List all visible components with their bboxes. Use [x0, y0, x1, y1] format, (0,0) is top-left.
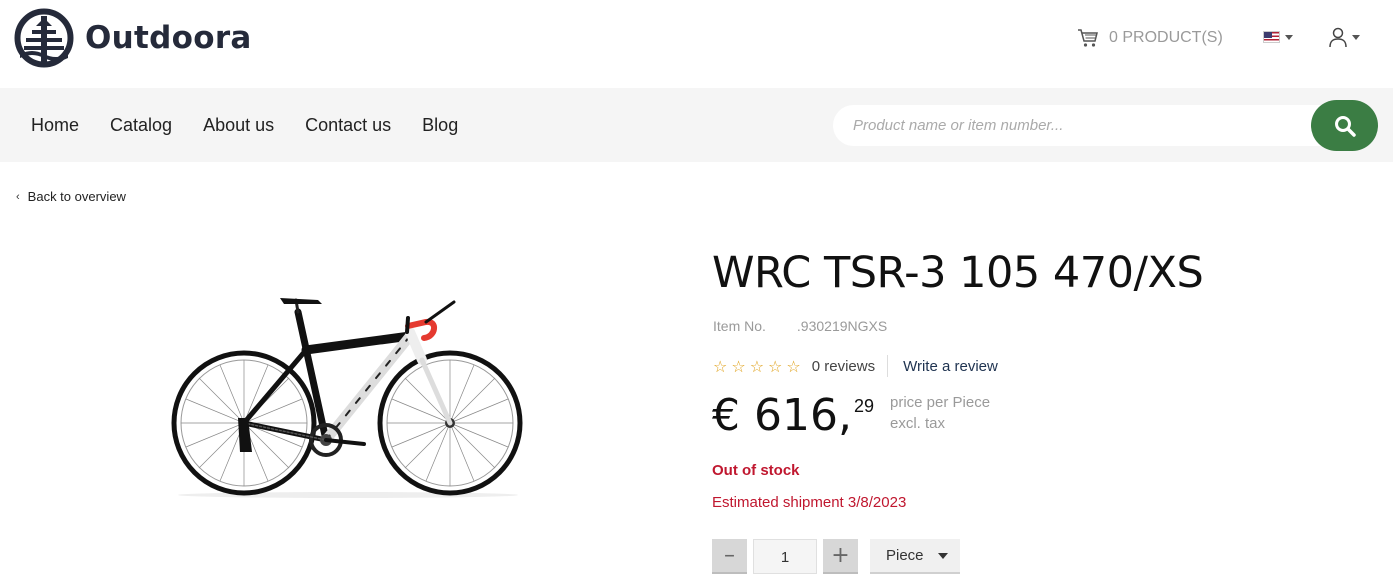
item-number-value: .930219NGXS — [796, 318, 888, 334]
us-flag-icon — [1263, 31, 1280, 43]
nav-item-home[interactable]: Home — [31, 115, 79, 136]
chevron-down-icon — [1285, 34, 1293, 40]
price-per-unit: price per Piece — [889, 394, 991, 411]
quantity-input[interactable]: 1 — [753, 539, 817, 574]
back-link-label: Back to overview — [27, 189, 126, 204]
brand-name: Outdoora — [85, 20, 252, 56]
price-cents: 29 — [853, 396, 874, 416]
price: € 616, 29 price per Piece excl. tax — [712, 390, 990, 442]
search-icon — [1334, 115, 1356, 137]
cart-count: 0 PRODUCT(S) — [1109, 29, 1223, 46]
unit-select-value: Piece — [886, 547, 924, 564]
tree-logo-icon — [14, 8, 74, 68]
main-nav: Home Catalog About us Contact us Blog — [31, 115, 489, 136]
search-bar — [833, 100, 1378, 151]
user-icon — [1329, 27, 1347, 48]
back-to-overview-link[interactable]: ‹ Back to overview — [16, 189, 126, 204]
item-number: Item No. .930219NGXS — [713, 318, 887, 334]
star-empty-icon: ☆ — [786, 356, 801, 376]
price-tax-note: excl. tax — [889, 415, 946, 432]
stock-status: Out of stock — [712, 462, 800, 479]
estimated-shipment: Estimated shipment 3/8/2023 — [712, 494, 907, 511]
language-selector[interactable] — [1263, 31, 1293, 43]
chevron-down-icon — [937, 552, 948, 559]
star-empty-icon: ☆ — [713, 356, 728, 376]
nav-item-blog[interactable]: Blog — [422, 115, 458, 136]
increase-quantity-button[interactable]: + — [823, 539, 858, 574]
nav-item-about-us[interactable]: About us — [203, 115, 274, 136]
main-navbar: Home Catalog About us Contact us Blog — [0, 88, 1393, 162]
star-empty-icon: ☆ — [749, 356, 765, 376]
quantity-stepper: – 1 + Piece — [712, 539, 960, 574]
cart-icon — [1078, 29, 1098, 47]
write-review-link[interactable]: Write a review — [903, 358, 998, 375]
account-menu[interactable] — [1329, 27, 1360, 48]
cart-button[interactable]: 0 PRODUCT(S) — [1077, 28, 1223, 48]
chevron-left-icon: ‹ — [16, 190, 20, 203]
price-note: price per Piece excl. tax — [890, 392, 990, 434]
logo[interactable]: Outdoora — [14, 8, 252, 68]
star-empty-icon: ☆ — [731, 356, 746, 376]
review-count[interactable]: 0 reviews — [812, 358, 875, 375]
product-image[interactable] — [168, 292, 528, 502]
star-rating[interactable]: ☆ ☆ ☆ ☆ ☆ — [713, 357, 805, 376]
search-button[interactable] — [1311, 100, 1378, 151]
item-number-label: Item No. — [713, 318, 766, 334]
search-input[interactable] — [853, 105, 1293, 146]
bike-frame — [238, 298, 456, 457]
chevron-down-icon — [1352, 35, 1360, 40]
star-empty-icon: ☆ — [768, 356, 783, 376]
nav-item-catalog[interactable]: Catalog — [110, 115, 172, 136]
header: Outdoora 0 PRODUCT(S) — [0, 0, 1393, 88]
decrease-quantity-button[interactable]: – — [712, 539, 747, 574]
divider — [887, 355, 889, 377]
rating-row: ☆ ☆ ☆ ☆ ☆ 0 reviews Write a review — [713, 355, 998, 377]
price-main: € 616, — [712, 390, 852, 441]
nav-item-contact-us[interactable]: Contact us — [305, 115, 391, 136]
unit-select[interactable]: Piece — [870, 539, 960, 574]
product-title: WRC TSR-3 105 470/XS — [712, 248, 1204, 298]
